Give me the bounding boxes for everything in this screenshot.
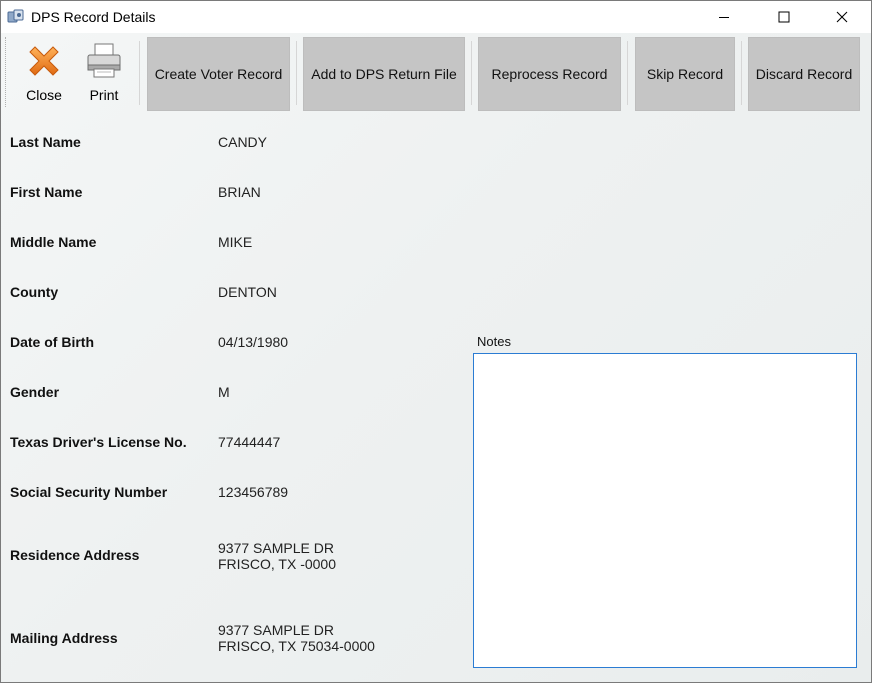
mailing-address-line1: 9377 SAMPLE DR <box>218 622 334 638</box>
toolbar-separator <box>741 41 742 105</box>
middle-name-label: Middle Name <box>10 234 97 250</box>
title-bar[interactable]: DPS Record Details <box>1 1 871 33</box>
printer-icon <box>87 43 121 78</box>
reprocess-record-button[interactable]: Reprocess Record <box>478 37 621 111</box>
last-name-value: CANDY <box>218 134 268 150</box>
minimize-icon <box>719 17 729 18</box>
last-name-label: Last Name <box>10 134 81 150</box>
drivers-license-label: Texas Driver's License No. <box>10 434 187 450</box>
toolbar-separator <box>296 41 297 105</box>
middle-name-value: MIKE <box>218 234 253 250</box>
print-button[interactable]: Print <box>79 39 129 103</box>
residence-address-line2: FRISCO, TX -0000 <box>218 556 337 572</box>
toolbar-grip <box>5 37 9 107</box>
skip-record-button[interactable]: Skip Record <box>635 37 735 111</box>
county-label: County <box>10 284 59 300</box>
close-window-button[interactable] <box>819 1 865 33</box>
window-title: DPS Record Details <box>31 9 156 25</box>
close-icon <box>836 11 848 23</box>
residence-address-line1: 9377 SAMPLE DR <box>218 540 334 556</box>
toolbar-separator <box>139 41 140 105</box>
toolbar-separator <box>471 41 472 105</box>
mailing-address-line2: FRISCO, TX 75034-0000 <box>218 638 375 654</box>
close-label: Close <box>26 87 62 103</box>
close-button[interactable]: Close <box>19 39 69 103</box>
first-name-label: First Name <box>10 184 83 200</box>
maximize-icon <box>778 11 790 23</box>
gender-value: M <box>218 384 230 400</box>
mailing-address-label: Mailing Address <box>10 630 118 646</box>
record-app-icon <box>7 9 25 25</box>
ssn-value: 123456789 <box>218 484 289 500</box>
notes-textarea[interactable] <box>473 353 857 668</box>
record-details-panel: Close Print Create Voter Record Add to D… <box>1 33 871 682</box>
dps-record-details-window: DPS Record Details Close Print Create Vo… <box>0 0 872 683</box>
create-voter-record-button[interactable]: Create Voter Record <box>147 37 290 111</box>
ssn-label: Social Security Number <box>10 484 168 500</box>
maximize-button[interactable] <box>761 1 807 33</box>
add-to-dps-return-file-button[interactable]: Add to DPS Return File <box>303 37 465 111</box>
drivers-license-value: 77444447 <box>218 434 281 450</box>
minimize-button[interactable] <box>701 1 747 33</box>
date-of-birth-value: 04/13/1980 <box>218 334 289 350</box>
date-of-birth-label: Date of Birth <box>10 334 94 350</box>
toolbar: Close Print Create Voter Record Add to D… <box>1 33 871 113</box>
first-name-value: BRIAN <box>218 184 261 200</box>
notes-label: Notes <box>477 334 511 349</box>
toolbar-separator <box>627 41 628 105</box>
county-value: DENTON <box>218 284 277 300</box>
residence-address-label: Residence Address <box>10 547 140 563</box>
discard-record-button[interactable]: Discard Record <box>748 37 860 111</box>
print-label: Print <box>89 87 119 103</box>
gender-label: Gender <box>10 384 60 400</box>
close-x-icon <box>29 46 59 76</box>
